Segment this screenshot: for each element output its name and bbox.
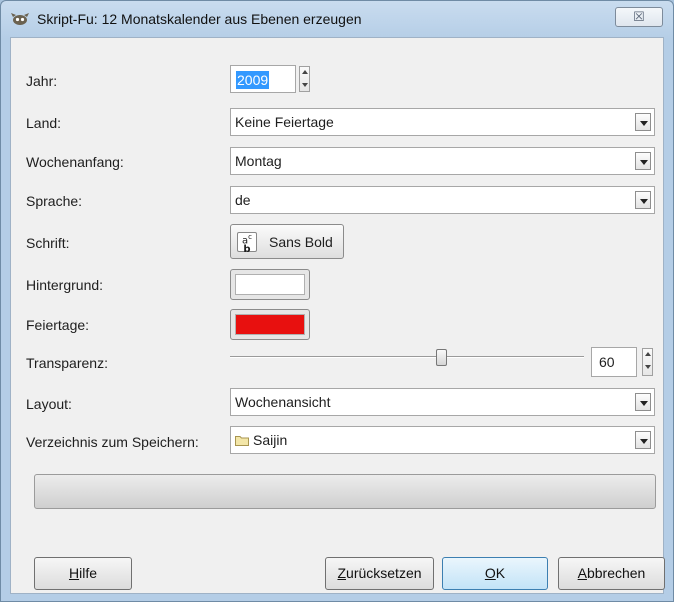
reset-label: urücksetzen — [346, 565, 422, 581]
reset-button[interactable]: Zurücksetzen — [325, 557, 434, 590]
chevron-down-icon[interactable] — [635, 152, 651, 170]
year-label: Jahr: — [26, 73, 58, 89]
holidays-color-swatch — [235, 314, 305, 335]
country-combo[interactable]: Keine Feiertage — [230, 108, 655, 136]
holidays-label: Feiertage: — [26, 317, 90, 333]
background-color-button[interactable] — [230, 269, 310, 300]
background-label: Hintergrund: — [26, 277, 104, 293]
chevron-down-icon[interactable] — [635, 431, 651, 449]
folder-icon — [235, 436, 249, 446]
font-label: Schrift: — [26, 235, 70, 251]
cancel-label: bbrechen — [586, 565, 646, 581]
chevron-down-icon[interactable] — [635, 113, 651, 131]
layout-combo[interactable]: Wochenansicht — [230, 388, 655, 416]
transparency-input[interactable]: 60 — [591, 347, 637, 377]
close-icon: ☒ — [633, 9, 645, 24]
year-spin-arrows-icon[interactable] — [299, 66, 310, 92]
ok-mnemonic: O — [484, 565, 496, 581]
year-input[interactable]: 2009 — [230, 65, 296, 93]
layout-value: Wochenansicht — [235, 394, 331, 410]
transparency-spin-arrows-icon[interactable] — [642, 348, 653, 376]
chevron-down-icon[interactable] — [635, 191, 651, 209]
language-label: Sprache: — [26, 193, 83, 209]
cancel-button[interactable]: Abbrechen — [558, 557, 665, 590]
font-value: Sans Bold — [269, 234, 333, 250]
country-label: Land: — [26, 115, 62, 131]
week-start-value: Montag — [235, 153, 282, 169]
layout-label: Layout: — [26, 396, 72, 412]
language-combo[interactable]: de — [230, 186, 655, 214]
font-icon: ac b — [237, 232, 257, 255]
transparency-spinbox[interactable]: 60 — [591, 347, 655, 377]
save-dir-combo[interactable]: Saijin — [230, 426, 655, 454]
save-dir-label: Verzeichnis zum Speichern: — [26, 434, 199, 450]
help-button[interactable]: Hilfe — [34, 557, 132, 590]
transparency-label: Transparenz: — [26, 355, 108, 371]
week-start-label: Wochenanfang: — [26, 154, 124, 170]
country-value: Keine Feiertage — [235, 114, 334, 130]
reset-mnemonic: Z — [337, 565, 347, 581]
help-mnemonic: H — [68, 565, 80, 581]
gimp-icon — [11, 13, 29, 25]
help-label: ilfe — [79, 565, 98, 581]
week-start-combo[interactable]: Montag — [230, 147, 655, 175]
progress-bar — [34, 474, 656, 509]
transparency-value: 60 — [599, 354, 615, 370]
close-button[interactable]: ☒ — [615, 7, 663, 27]
save-dir-value: Saijin — [253, 432, 288, 448]
holidays-color-button[interactable] — [230, 309, 310, 340]
window-title: Skript-Fu: 12 Monatskalender aus Ebenen … — [37, 11, 362, 27]
transparency-slider-handle[interactable] — [435, 349, 447, 366]
transparency-slider-track[interactable] — [230, 356, 584, 358]
ok-label: K — [495, 565, 506, 581]
cancel-mnemonic: A — [577, 565, 587, 581]
year-spinbox[interactable]: 2009 — [230, 65, 310, 93]
ok-button[interactable]: OK — [442, 557, 548, 590]
chevron-down-icon[interactable] — [635, 393, 651, 411]
font-button[interactable]: ac b Sans Bold — [230, 224, 344, 259]
dialog-window: Skript-Fu: 12 Monatskalender aus Ebenen … — [0, 0, 674, 602]
title-bar[interactable]: Skript-Fu: 12 Monatskalender aus Ebenen … — [1, 1, 673, 37]
background-color-swatch — [235, 274, 305, 295]
language-value: de — [235, 192, 251, 208]
year-value: 2009 — [236, 71, 270, 89]
